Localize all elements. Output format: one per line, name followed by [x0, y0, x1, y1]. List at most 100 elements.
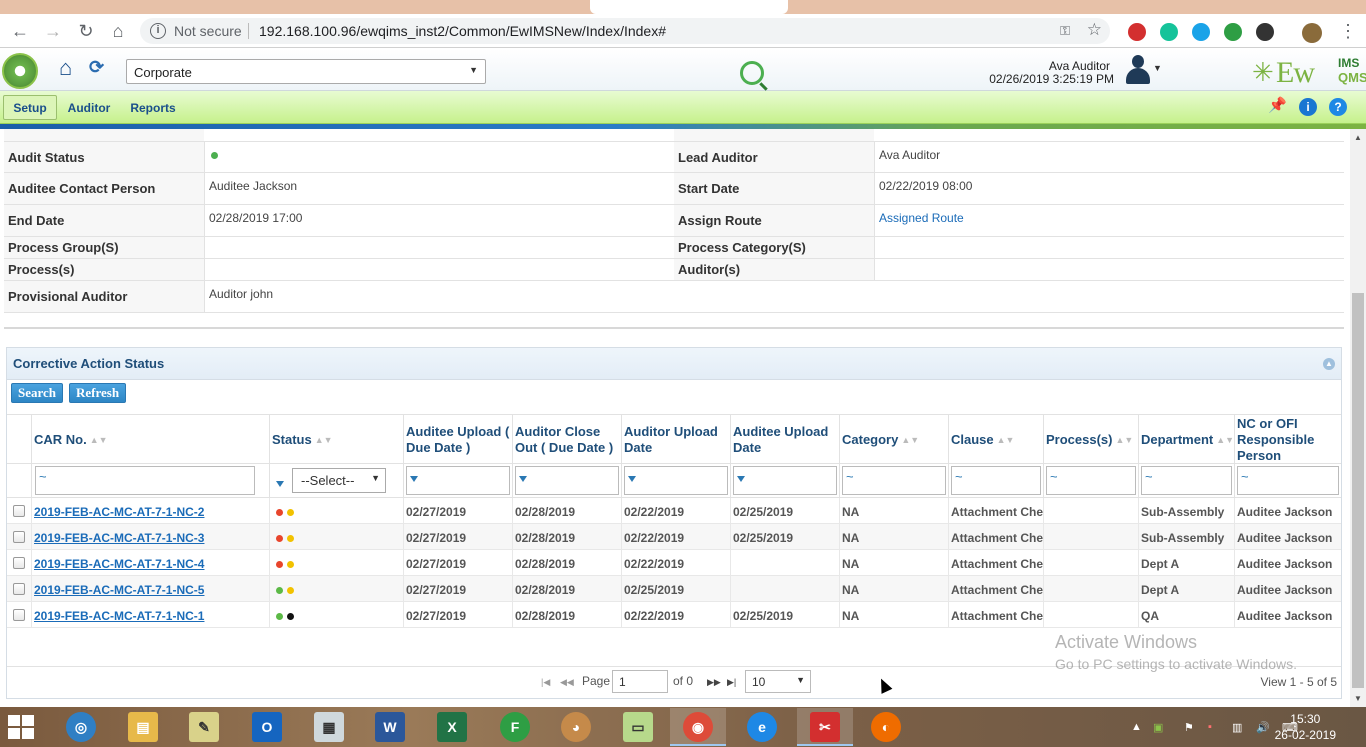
extension-g-icon[interactable] — [1192, 23, 1210, 41]
safari-icon[interactable]: ◎ — [66, 712, 96, 742]
tray-app-icon[interactable]: ▣ — [1153, 721, 1163, 734]
reload-icon[interactable]: ↻ — [76, 21, 96, 41]
page-size-select[interactable]: 10 ▼ — [745, 670, 811, 693]
col-status[interactable]: Status ▲▼ — [269, 415, 403, 465]
app-logo-icon[interactable] — [2, 53, 38, 89]
menu-kebab-icon[interactable]: ⋮ — [1338, 21, 1358, 41]
car-number-link[interactable]: 2019-FEB-AC-MC-AT-7-1-NC-3 — [31, 524, 269, 550]
first-page-icon[interactable]: |◀ — [541, 677, 550, 688]
col-department[interactable]: Department ▲▼ — [1138, 415, 1234, 465]
col-responsible[interactable]: NC or OFI Responsible Person — [1234, 415, 1341, 465]
user-menu-chevron-icon[interactable]: ▼ — [1153, 63, 1162, 73]
filter-department-input[interactable]: ~ — [1141, 466, 1232, 495]
prev-page-icon[interactable]: ◀◀ — [560, 677, 574, 688]
col-processes[interactable]: Process(s) ▲▼ — [1043, 415, 1138, 465]
menu-auditor[interactable]: Auditor — [62, 95, 116, 120]
next-page-icon[interactable]: ▶▶ — [707, 677, 721, 688]
flag-icon[interactable]: ⚑ — [1184, 721, 1194, 734]
car-number-link[interactable]: 2019-FEB-AC-MC-AT-7-1-NC-5 — [31, 576, 269, 602]
menu-setup[interactable]: Setup — [3, 95, 57, 120]
assigned-route-link[interactable]: Assigned Route — [874, 205, 1344, 236]
col-auditee-upload-due[interactable]: Auditee Upload ( Due Date ) — [403, 415, 512, 465]
filter-category-input[interactable]: ~ — [842, 466, 946, 495]
info-icon[interactable]: i — [1299, 98, 1317, 116]
filter-clause-input[interactable]: ~ — [951, 466, 1041, 495]
taskbar-clock[interactable]: 15:30 26-02-2019 — [1275, 711, 1336, 743]
status-filter-select[interactable]: --Select-- ▼ — [292, 468, 386, 493]
extension-dark-icon[interactable] — [1256, 23, 1274, 41]
word-icon[interactable]: W — [375, 712, 405, 742]
row-checkbox[interactable] — [13, 505, 25, 517]
filter-auditee-due-input[interactable] — [406, 466, 510, 495]
col-car-no[interactable]: CAR No. ▲▼ — [31, 415, 269, 465]
bookmark-star-icon[interactable]: ☆ — [1087, 20, 1102, 40]
url-text[interactable]: 192.168.100.96/ewqims_inst2/Common/EwIMS… — [259, 23, 666, 39]
filter-car-no-input[interactable]: ~ — [35, 466, 255, 495]
snipping-tool-icon[interactable]: ✂ — [810, 712, 840, 742]
paint-icon[interactable]: ◕ — [561, 712, 591, 742]
calculator-icon[interactable]: ▦ — [314, 712, 344, 742]
extension-grammarly-icon[interactable] — [1160, 23, 1178, 41]
organization-select[interactable]: Corporate ▼ — [126, 59, 486, 84]
forward-icon[interactable]: → — [43, 21, 63, 41]
refresh-button[interactable]: Refresh — [69, 383, 127, 403]
table-row[interactable]: 2019-FEB-AC-MC-AT-7-1-NC-3 02/27/2019 02/2… — [7, 524, 1341, 550]
site-info-icon[interactable]: i — [150, 23, 166, 39]
scroll-down-icon[interactable]: ▼ — [1353, 694, 1363, 703]
user-avatar-icon[interactable] — [1124, 55, 1150, 85]
excel-icon[interactable]: X — [437, 712, 467, 742]
page-scrollbar[interactable]: ▲ ▼ — [1350, 129, 1366, 707]
internet-explorer-icon[interactable]: e — [747, 712, 777, 742]
table-row[interactable]: 2019-FEB-AC-MC-AT-7-1-NC-2 02/27/2019 02/2… — [7, 498, 1341, 524]
app-f-icon[interactable]: F — [500, 712, 530, 742]
col-clause[interactable]: Clause ▲▼ — [948, 415, 1043, 465]
filter-responsible-input[interactable]: ~ — [1237, 466, 1339, 495]
page-number-input[interactable]: 1 — [612, 670, 668, 693]
table-row[interactable]: 2019-FEB-AC-MC-AT-7-1-NC-5 02/27/2019 02/2… — [7, 576, 1341, 602]
sticky-notes-icon[interactable]: ▭ — [623, 712, 653, 742]
row-checkbox[interactable] — [13, 557, 25, 569]
help-icon[interactable]: ? — [1329, 98, 1347, 116]
home-icon[interactable]: ⌂ — [59, 57, 81, 79]
refresh-icon[interactable]: ⟳ — [89, 57, 109, 77]
network-icon[interactable]: ▥ — [1232, 721, 1242, 734]
search-button[interactable]: Search — [11, 383, 64, 403]
key-icon[interactable]: ⚿ — [1060, 23, 1070, 39]
outlook-icon[interactable]: O — [252, 712, 282, 742]
row-checkbox[interactable] — [13, 531, 25, 543]
chrome-icon[interactable]: ◉ — [683, 712, 713, 742]
volume-icon[interactable]: 🔊 — [1256, 721, 1270, 734]
browser-tab-active[interactable] — [590, 0, 788, 14]
scrollbar-thumb[interactable] — [1352, 293, 1364, 688]
car-number-link[interactable]: 2019-FEB-AC-MC-AT-7-1-NC-2 — [31, 498, 269, 524]
car-number-link[interactable]: 2019-FEB-AC-MC-AT-7-1-NC-4 — [31, 550, 269, 576]
col-auditor-upload-date[interactable]: Auditor Upload Date — [621, 415, 730, 465]
search-logo-icon[interactable] — [740, 61, 764, 85]
filter-auditor-due-input[interactable] — [515, 466, 619, 495]
firefox-icon[interactable]: ◐ — [871, 712, 901, 742]
table-row[interactable]: 2019-FEB-AC-MC-AT-7-1-NC-1 02/27/2019 02/2… — [7, 602, 1341, 628]
profile-avatar-icon[interactable] — [1302, 23, 1322, 43]
home-browser-icon[interactable]: ⌂ — [108, 21, 128, 41]
extension-adblock-icon[interactable] — [1128, 23, 1146, 41]
car-number-link[interactable]: 2019-FEB-AC-MC-AT-7-1-NC-1 — [31, 602, 269, 628]
scroll-up-icon[interactable]: ▲ — [1353, 133, 1363, 142]
back-icon[interactable]: ← — [10, 21, 30, 41]
col-category[interactable]: Category ▲▼ — [839, 415, 948, 465]
extension-evernote-icon[interactable] — [1224, 23, 1242, 41]
collapse-icon[interactable]: ▲ — [1323, 358, 1335, 370]
tray-expand-icon[interactable]: ▲ — [1131, 721, 1142, 733]
notepad-icon[interactable]: ✎ — [189, 712, 219, 742]
funnel-icon[interactable] — [276, 481, 284, 487]
filter-processes-input[interactable]: ~ — [1046, 466, 1136, 495]
menu-reports[interactable]: Reports — [124, 95, 182, 120]
file-explorer-icon[interactable]: ▤ — [128, 712, 158, 742]
row-checkbox[interactable] — [13, 609, 25, 621]
address-bar[interactable]: i Not secure 192.168.100.96/ewqims_inst2… — [140, 18, 1110, 44]
filter-auditor-upload-input[interactable] — [624, 466, 728, 495]
filter-auditee-upload-input[interactable] — [733, 466, 837, 495]
col-auditee-upload-date[interactable]: Auditee Upload Date — [730, 415, 839, 465]
row-checkbox[interactable] — [13, 583, 25, 595]
last-page-icon[interactable]: ▶| — [727, 677, 736, 688]
windows-start-icon[interactable] — [8, 715, 34, 739]
